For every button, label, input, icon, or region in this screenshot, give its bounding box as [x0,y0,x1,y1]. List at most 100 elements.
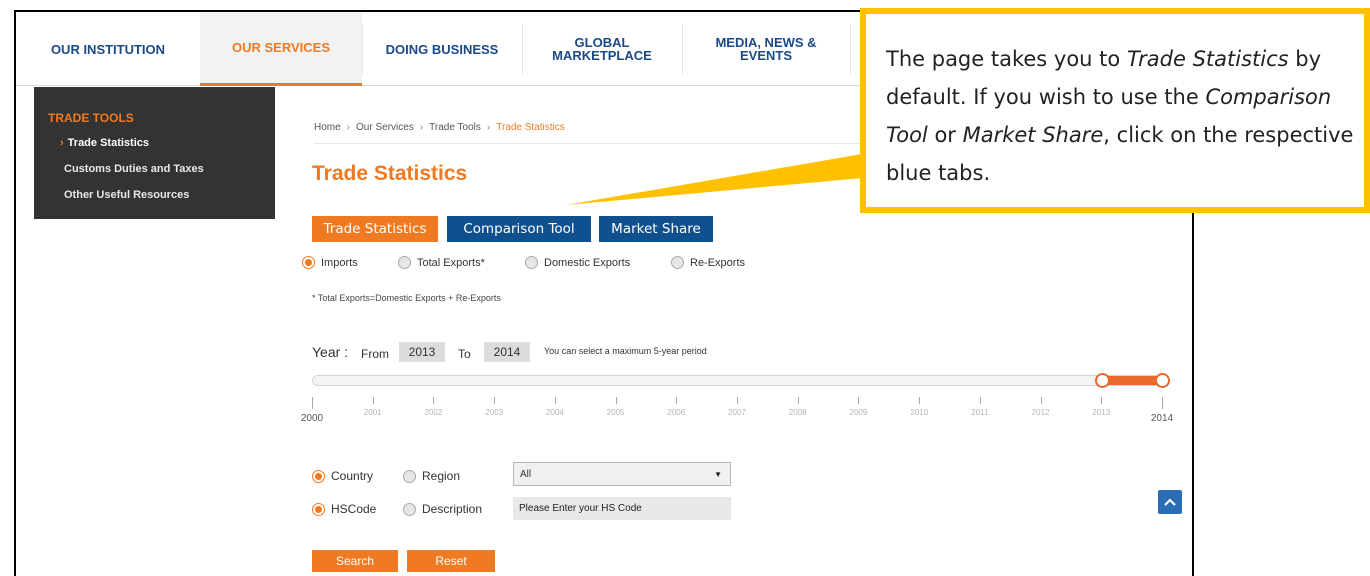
breadcrumb-divider [314,143,874,144]
annotation-callout: The page takes you to Trade Statistics b… [860,8,1370,213]
radio-indicator[interactable] [671,256,684,269]
radio-total-exports[interactable]: Total Exports* [398,256,485,269]
sidebar-item-label: Trade Statistics [67,137,149,149]
slider-tick-label: 2004 [545,408,564,417]
sidebar-item-trade-statistics[interactable]: › Trade Statistics [60,137,149,149]
breadcrumb-home[interactable]: Home [314,122,341,133]
tab-market-share[interactable]: Market Share [599,216,713,242]
slider-tick-label: 2013 [1092,408,1111,417]
slider-tick [1101,397,1103,404]
nav-global-marketplace[interactable]: GLOBAL MARKETPLACE [522,12,682,86]
radio-label: Imports [321,256,358,269]
radio-country[interactable]: Country [312,469,373,483]
search-button[interactable]: Search [312,550,398,572]
radio-imports[interactable]: Imports [302,256,358,269]
nav-our-services[interactable]: OUR SERVICES [200,12,362,86]
slider-tick [433,397,435,404]
year-to-label: To [458,347,471,361]
radio-indicator[interactable] [525,256,538,269]
breadcrumb-current: Trade Statistics [496,122,565,133]
slider-tick [797,397,799,404]
radio-label: Re-Exports [690,256,746,269]
slider-tick [494,397,496,404]
breadcrumb-our-services[interactable]: Our Services [356,122,414,133]
year-from-field[interactable]: 2013 [399,342,445,362]
slider-tick-label: 2010 [910,408,929,417]
sidebar-heading: TRADE TOOLS [48,111,134,125]
radio-indicator[interactable] [302,256,315,269]
sidebar-item-customs-duties[interactable]: Customs Duties and Taxes [64,163,204,175]
radio-domestic-exports[interactable]: Domestic Exports [525,256,630,269]
scroll-to-top-button[interactable] [1158,490,1182,514]
slider-tick-label: 2002 [424,408,443,417]
slider-tick-label: 2008 [788,408,807,417]
tab-comparison-tool[interactable]: Comparison Tool [447,216,591,242]
sidebar-item-other-resources[interactable]: Other Useful Resources [64,189,189,201]
nav-our-institution[interactable]: OUR INSTITUTION [16,12,200,86]
year-slider-track[interactable] [312,375,1162,386]
callout-emphasis: Market Share [962,123,1104,147]
radio-re-exports[interactable]: Re-Exports [671,256,745,269]
breadcrumb-separator: › [419,122,424,133]
slider-tick-label: 2009 [849,408,868,417]
year-slider-start-handle[interactable] [1095,373,1110,388]
radio-label: Total Exports* [417,256,485,269]
year-from-label: From [361,347,389,361]
slider-tick [737,397,738,404]
radio-label: Description [422,502,483,516]
radio-label: Domestic Exports [544,256,631,269]
country-select[interactable]: All ▼ [513,462,731,486]
breadcrumb-trade-tools[interactable]: Trade Tools [429,122,481,133]
country-select-value: All [520,468,532,480]
radio-indicator[interactable] [403,469,416,483]
year-range-hint: You can select a maximum 5-year period [544,346,707,356]
radio-region[interactable]: Region [403,469,460,483]
slider-tick [615,397,617,404]
caret-down-icon: ▼ [714,470,722,479]
year-label: Year : [312,344,349,360]
slider-tick [554,397,556,404]
callout-text: or [927,123,963,147]
slider-tick-label: 2001 [363,408,382,417]
reset-button[interactable]: Reset [407,550,495,572]
nav-doing-business[interactable]: DOING BUSINESS [362,12,522,86]
radio-label: Region [422,469,461,483]
tab-trade-statistics[interactable]: Trade Statistics [312,216,438,242]
slider-tick [312,397,313,409]
year-to-field[interactable]: 2014 [484,342,530,362]
year-slider-range [1104,376,1162,385]
breadcrumb: Home › Our Services › Trade Tools › Trade Stat… [314,122,565,133]
slider-tick [1040,397,1042,404]
year-slider-end-handle[interactable] [1155,373,1170,388]
slider-tick [858,397,860,404]
slider-tick-label: 2005 [606,408,625,417]
sidebar: TRADE TOOLS › Trade Statistics Customs Du… [34,87,275,219]
slider-tick-label: 2000 [300,413,324,424]
exports-footnote: * Total Exports=Domestic Exports + Re-Ex… [312,293,501,303]
slider-tick-label: 2006 [667,408,686,417]
radio-description[interactable]: Description [403,502,482,516]
radio-hscode[interactable]: HSCode [312,502,376,516]
chevron-right-icon: › [60,137,64,149]
radio-indicator[interactable] [312,502,325,516]
hscode-input[interactable] [513,497,731,520]
radio-label: HSCode [331,502,377,516]
slider-tick [919,397,921,404]
callout-text: The page takes you to [886,47,1127,71]
slider-tick-label: 2014 [1150,413,1174,424]
radio-label: Country [331,469,374,483]
radio-indicator[interactable] [403,502,416,516]
callout-emphasis: Trade Statistics [1126,47,1289,71]
slider-tick [979,397,981,404]
breadcrumb-separator: › [346,122,351,133]
nav-media-news-events[interactable]: MEDIA, NEWS & EVENTS [682,12,850,86]
slider-tick-label: 2007 [728,408,746,417]
radio-indicator[interactable] [398,256,411,269]
page-title: Trade Statistics [312,162,468,185]
chevron-up-icon [1164,498,1176,506]
slider-tick [1162,397,1163,409]
slider-tick-label: 2003 [485,408,504,417]
radio-indicator[interactable] [312,469,325,483]
slider-tick [372,397,374,404]
slider-tick-label: 2011 [971,408,989,417]
